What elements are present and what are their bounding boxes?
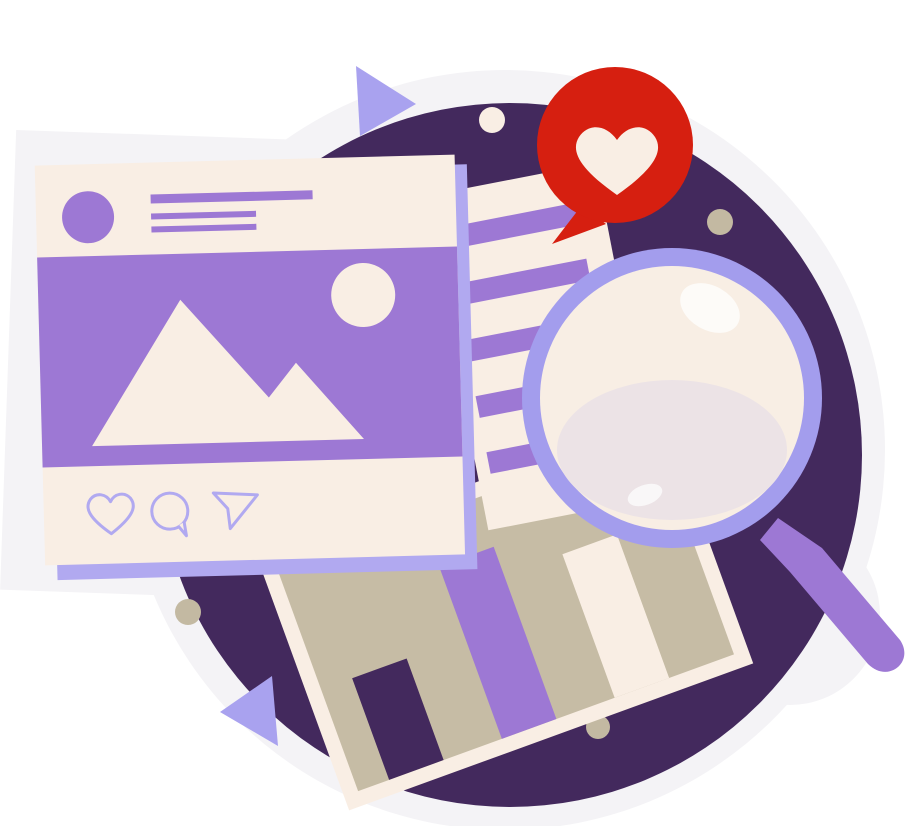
social-post-card (34, 154, 478, 581)
lens-shade (557, 380, 787, 520)
social-media-analytics-illustration (0, 66, 905, 826)
dot-khaki-left (175, 599, 201, 625)
illustration-canvas (0, 0, 923, 826)
dot-cream-top (479, 107, 505, 133)
dot-khaki-right (707, 209, 733, 235)
